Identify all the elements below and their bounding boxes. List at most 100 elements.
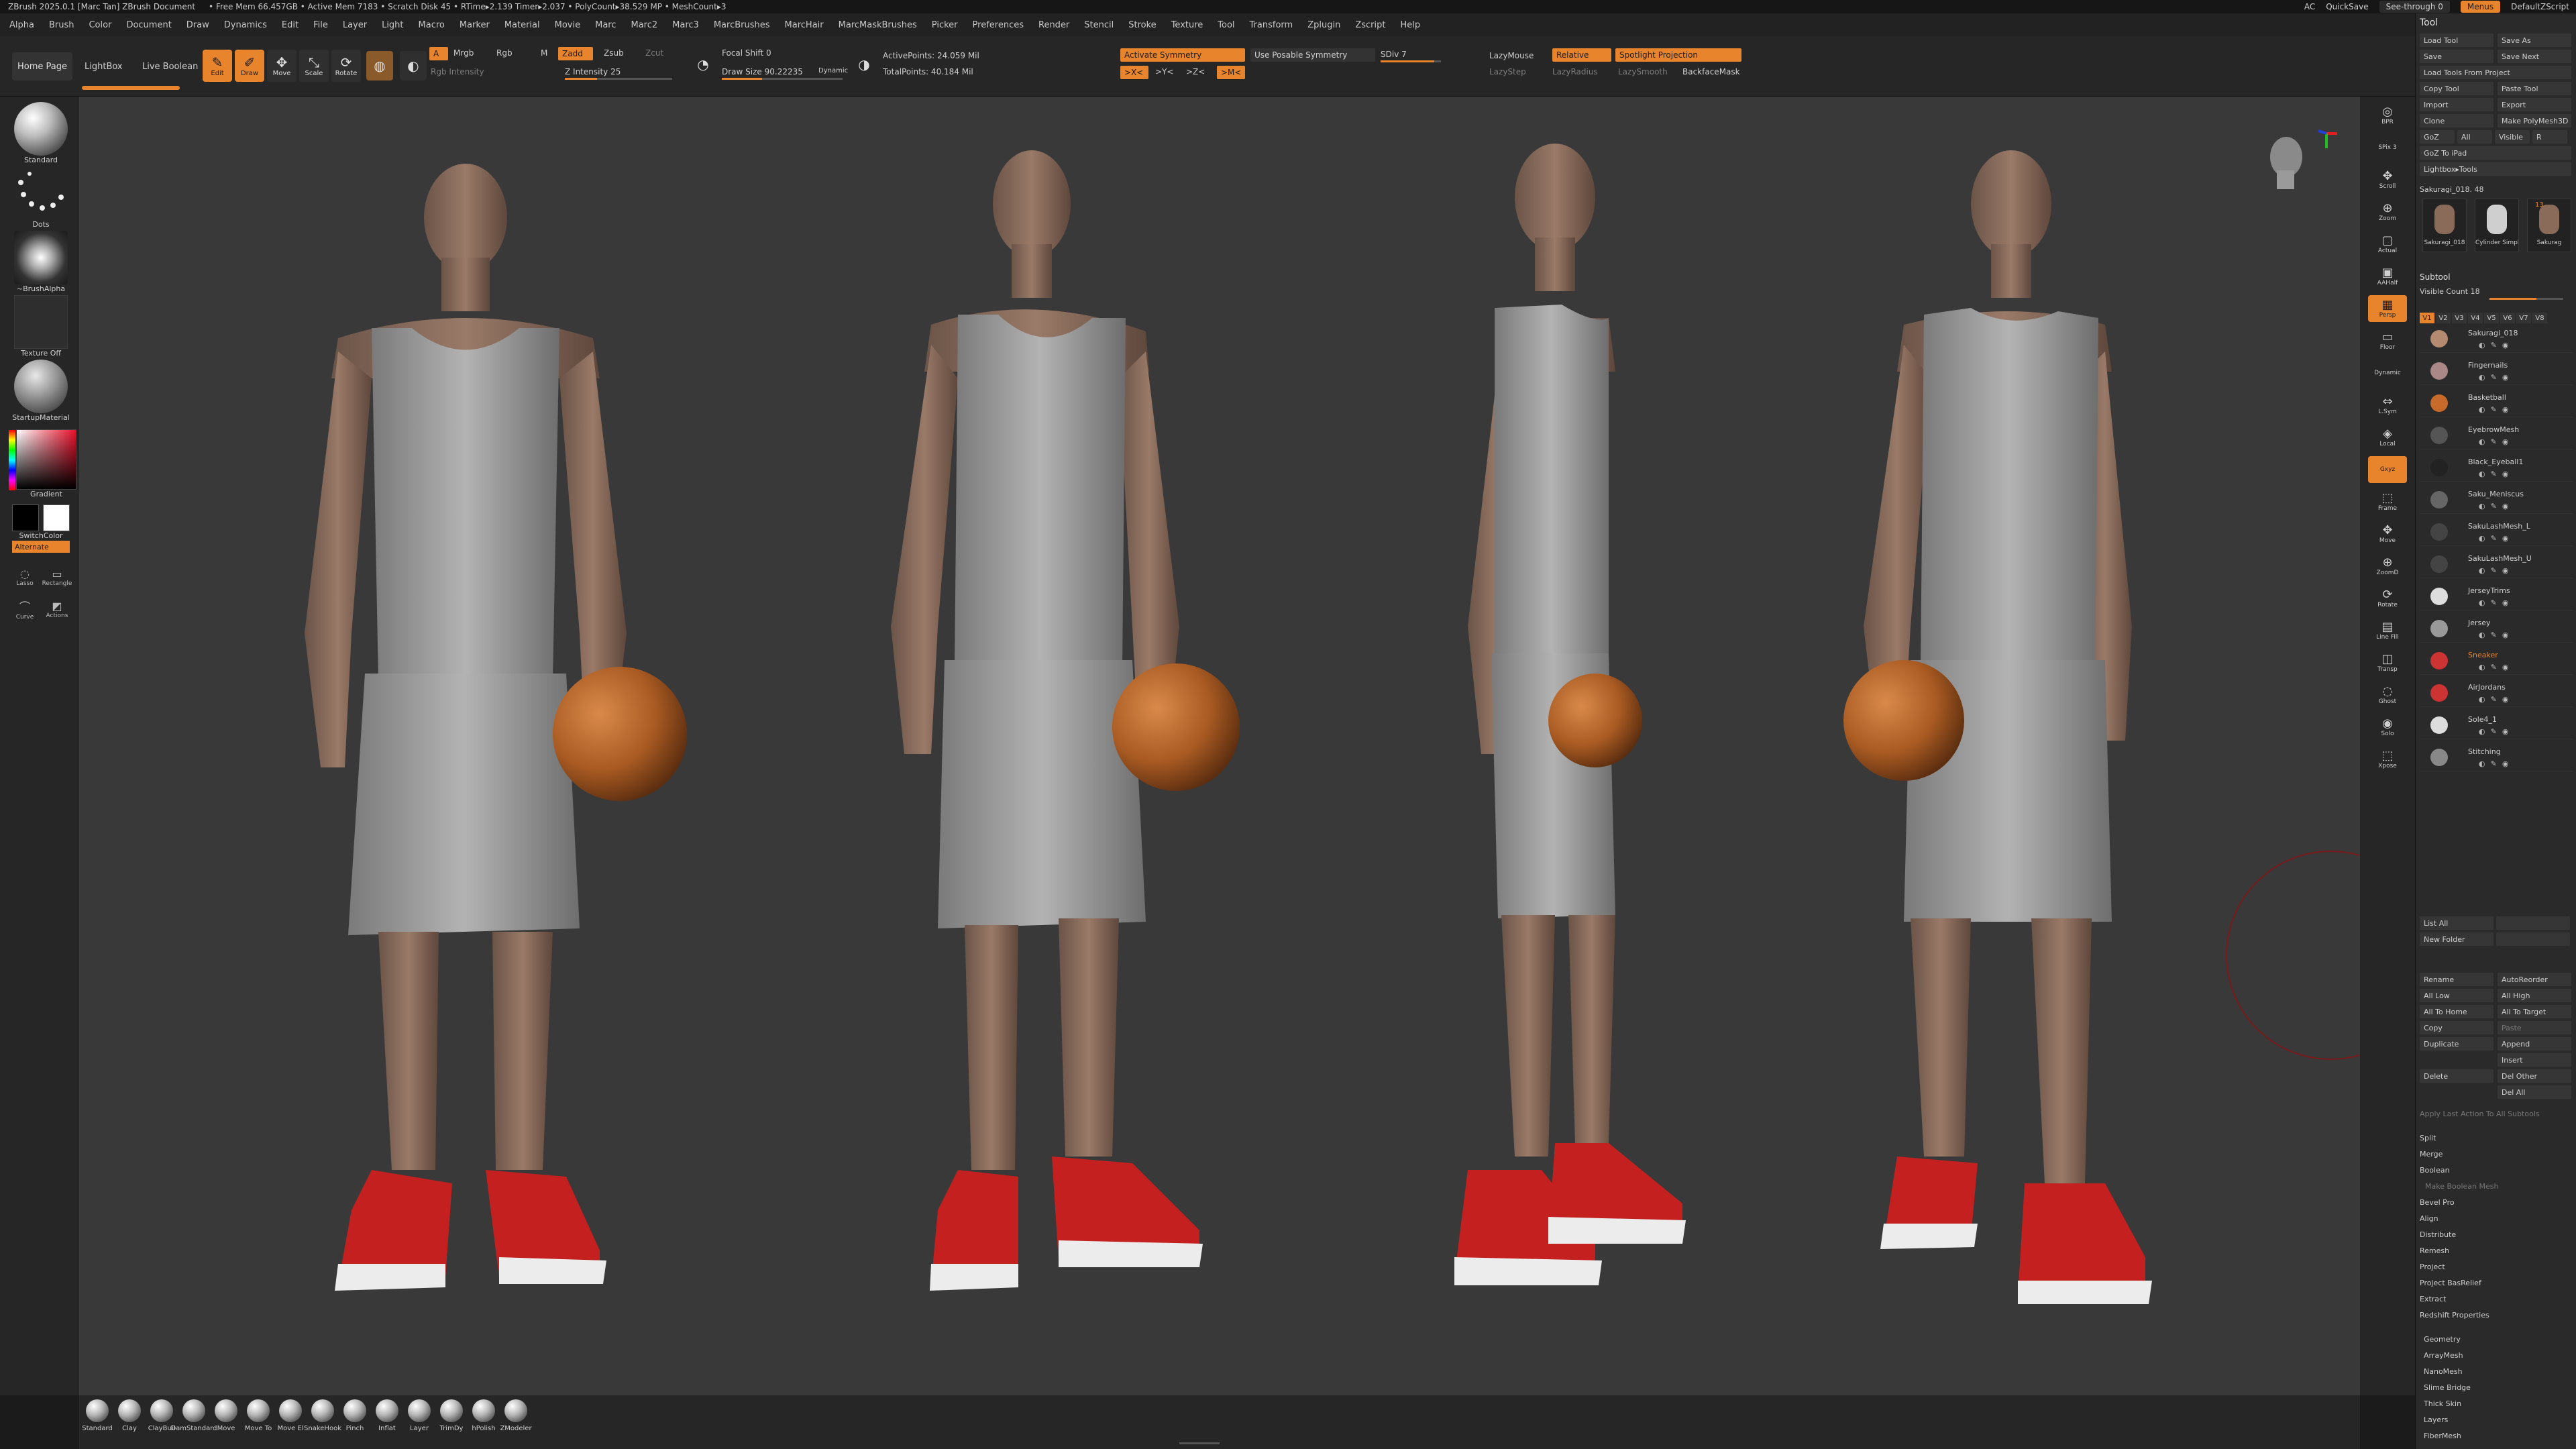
polypaint-toggle-icon[interactable]: ◐ <box>2479 502 2485 511</box>
menu-help[interactable]: Help <box>1400 20 1420 30</box>
subtool-row[interactable]: Jersey ◐ ✎ ◉ <box>2420 616 2573 643</box>
tool-thumbnail[interactable]: Sakurag <box>2527 199 2571 252</box>
menu-picker[interactable]: Picker <box>932 20 958 30</box>
menu-color[interactable]: Color <box>89 20 111 30</box>
list-all-button[interactable]: List All <box>2420 916 2493 930</box>
edit-toggle-icon[interactable]: ✎ <box>2491 566 2497 575</box>
menu-marcbrushes[interactable]: MarcBrushes <box>714 20 770 30</box>
subtool-copy-button[interactable]: Copy <box>2420 1021 2493 1034</box>
menu-preferences[interactable]: Preferences <box>973 20 1024 30</box>
tool-r-button[interactable]: R <box>2532 130 2567 144</box>
brush-trimdy[interactable]: TrimDy <box>436 1399 467 1432</box>
z-intensity-track[interactable] <box>565 78 672 80</box>
visibility-eye-icon[interactable]: ◉ <box>2502 534 2509 543</box>
curve-select-tool[interactable]: ⌒ Curve <box>11 596 38 623</box>
document-canvas[interactable] <box>79 97 2435 1395</box>
visibility-eye-icon[interactable]: ◉ <box>2502 695 2509 704</box>
subtool-tab-v1[interactable]: V1 <box>2420 313 2434 323</box>
rgb-intensity-slider[interactable]: Rgb Intensity <box>431 67 484 76</box>
gxyz-button[interactable]: Gxyz <box>2368 456 2407 483</box>
subtool-paste-button[interactable]: Paste <box>2498 1021 2571 1034</box>
tool-load-tool-button[interactable]: Load Tool <box>2420 34 2493 47</box>
m-toggle[interactable]: M <box>541 48 547 58</box>
tool-lightbox-tools-button[interactable]: Lightbox▸Tools <box>2420 162 2571 176</box>
polypaint-toggle-icon[interactable]: ◐ <box>2479 470 2485 478</box>
subtool-header[interactable]: Subtool <box>2420 272 2451 282</box>
section-nanomesh[interactable]: NanoMesh <box>2424 1367 2463 1376</box>
menu-marc2[interactable]: Marc2 <box>631 20 658 30</box>
material-selector[interactable]: StartupMaterial <box>12 360 70 422</box>
edit-toggle-icon[interactable]: ✎ <box>2491 631 2497 639</box>
hue-strip[interactable] <box>9 430 15 490</box>
menu-marc[interactable]: Marc <box>595 20 616 30</box>
subtool-duplicate-button[interactable]: Duplicate <box>2420 1037 2493 1051</box>
lasso-select-tool[interactable]: ◌ Lasso <box>11 564 38 590</box>
visibility-eye-icon[interactable]: ◉ <box>2502 502 2509 511</box>
live-boolean-button[interactable]: Live Boolean <box>142 56 198 76</box>
subtool-row[interactable]: Stitching ◐ ✎ ◉ <box>2420 745 2573 771</box>
brush-damstandard[interactable]: DamStandard <box>170 1399 217 1432</box>
sdiv-track[interactable] <box>1381 60 1441 62</box>
new-folder-button[interactable]: New Folder <box>2420 932 2493 946</box>
subpalette-distribute[interactable]: Distribute <box>2420 1230 2456 1239</box>
visibility-eye-icon[interactable]: ◉ <box>2502 373 2509 382</box>
brush-hpolish[interactable]: hPolish <box>468 1399 499 1432</box>
menu-layer[interactable]: Layer <box>343 20 367 30</box>
a-toggle[interactable]: A <box>429 47 448 60</box>
polypaint-toggle-icon[interactable]: ◐ <box>2479 405 2485 414</box>
section-fibermesh[interactable]: FiberMesh <box>2424 1432 2461 1440</box>
sym-z-toggle[interactable]: >Z< <box>1186 67 1205 76</box>
visibility-eye-icon[interactable]: ◉ <box>2502 598 2509 607</box>
visible-count-slider[interactable]: Visible Count 18 <box>2420 287 2480 296</box>
subtool-autoreorder-button[interactable]: AutoReorder <box>2498 973 2571 986</box>
l-sym-button[interactable]: ⇔ L.Sym <box>2368 392 2407 419</box>
polypaint-toggle-icon[interactable]: ◐ <box>2479 373 2485 382</box>
menu-stroke[interactable]: Stroke <box>1128 20 1156 30</box>
tool-visible-button[interactable]: Visible <box>2495 130 2530 144</box>
subpalette-merge[interactable]: Merge <box>2420 1150 2443 1159</box>
move-button[interactable]: ✥ Move <box>267 50 297 82</box>
backface-mask-toggle[interactable]: BackfaceMask <box>1682 67 1740 76</box>
default-zscript-button[interactable]: DefaultZScript <box>2511 2 2569 11</box>
menu-marchair[interactable]: MarcHair <box>785 20 824 30</box>
menu-marcmaskbrushes[interactable]: MarcMaskBrushes <box>839 20 917 30</box>
draw-size-slider[interactable]: Draw Size 90.22235 <box>722 67 803 76</box>
menu-edit[interactable]: Edit <box>282 20 299 30</box>
color-picker[interactable]: Gradient <box>9 429 76 498</box>
subtool-row[interactable]: Basketball ◐ ✎ ◉ <box>2420 390 2573 417</box>
menu-marc3[interactable]: Marc3 <box>672 20 699 30</box>
draw-button[interactable]: ✐ Draw <box>235 50 264 82</box>
tool-goz-to-ipad-button[interactable]: GoZ To iPad <box>2420 146 2571 160</box>
subtool-row[interactable]: Saku_Meniscus ◐ ✎ ◉ <box>2420 487 2573 514</box>
scale-button[interactable]: ⤡ Scale <box>299 50 329 82</box>
menu-texture[interactable]: Texture <box>1171 20 1203 30</box>
alpha-selector[interactable]: ~BrushAlpha <box>12 231 70 293</box>
quicksave-button[interactable]: QuickSave <box>2326 2 2368 11</box>
polypaint-toggle-icon[interactable]: ◐ <box>2479 727 2485 736</box>
polypaint-toggle-icon[interactable]: ◐ <box>2479 631 2485 639</box>
subtool-row[interactable]: Sakuragi_018 ◐ ✎ ◉ <box>2420 326 2573 353</box>
polypaint-toggle-icon[interactable]: ◐ <box>2479 341 2485 350</box>
sym-m-toggle[interactable]: >M< <box>1217 66 1245 79</box>
see-through-slider[interactable]: See-through 0 <box>2379 1 2450 13</box>
menu-transform[interactable]: Transform <box>1250 20 1293 30</box>
subtool-row[interactable]: SakuLashMesh_L ◐ ✎ ◉ <box>2420 519 2573 546</box>
subtool-rename-button[interactable]: Rename <box>2420 973 2493 986</box>
brush-snakehook[interactable]: SnakeHook <box>304 1399 341 1432</box>
menu-zscript[interactable]: Zscript <box>1355 20 1385 30</box>
head-orientation-icon[interactable] <box>2270 137 2302 189</box>
stroke-thumb[interactable]: ◐ <box>400 51 427 80</box>
menu-stencil[interactable]: Stencil <box>1084 20 1114 30</box>
edit-toggle-icon[interactable]: ✎ <box>2491 470 2497 478</box>
actual-button[interactable]: ▢ Actual <box>2368 231 2407 258</box>
rotate-button[interactable]: ⟳ Rotate <box>2368 585 2407 612</box>
subpalette-remesh[interactable]: Remesh <box>2420 1246 2449 1255</box>
rgb-toggle[interactable]: Rgb <box>496 48 513 58</box>
lazysmooth-slider[interactable]: LazySmooth <box>1618 67 1668 76</box>
edit-toggle-icon[interactable]: ✎ <box>2491 663 2497 672</box>
focal-shift-slider[interactable]: Focal Shift 0 <box>722 48 771 58</box>
edit-toggle-icon[interactable]: ✎ <box>2491 727 2497 736</box>
tool-import-button[interactable]: Import <box>2420 98 2493 111</box>
polypaint-toggle-icon[interactable]: ◐ <box>2479 598 2485 607</box>
edit-toggle-icon[interactable]: ✎ <box>2491 759 2497 768</box>
